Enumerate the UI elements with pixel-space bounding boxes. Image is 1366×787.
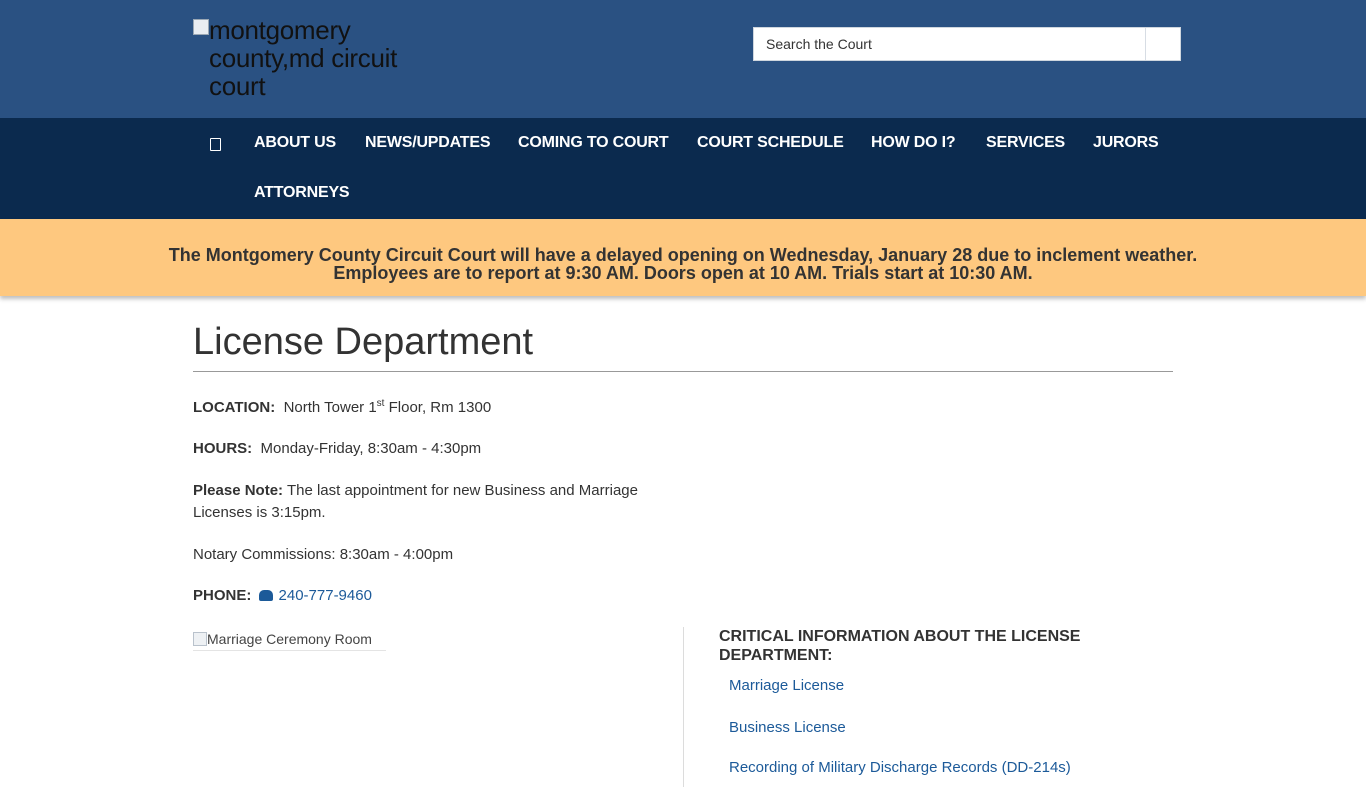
logo-alt-text: montgomery county,md circuit court xyxy=(209,15,398,101)
search-button[interactable] xyxy=(1145,28,1180,60)
page-title: License Department xyxy=(193,321,534,363)
title-divider xyxy=(193,371,1173,372)
military-discharge-records-link[interactable]: Recording of Military Discharge Records … xyxy=(729,758,1071,778)
nav-item-services[interactable]: SERVICES xyxy=(986,133,1065,153)
hours-info: HOURS: Monday-Friday, 8:30am - 4:30pm xyxy=(193,438,663,460)
alert-message-line-1: The Montgomery County Circuit Court will… xyxy=(168,245,1198,265)
phone-icon xyxy=(258,590,273,601)
alert-message-line-2: Employees are to report at 9:30 AM. Door… xyxy=(333,263,1033,283)
home-icon xyxy=(209,137,221,151)
nav-item-coming-to-court[interactable]: COMING TO COURT xyxy=(518,133,669,153)
image-alt-text: Marriage Ceremony Room xyxy=(207,630,372,647)
weather-alert-banner: The Montgomery County Circuit Court will… xyxy=(0,219,1366,296)
nav-item-attorneys[interactable]: ATTORNEYS xyxy=(254,183,350,203)
location-info: LOCATION: North Tower 1st Floor, Rm 1300 xyxy=(193,397,663,419)
nav-item-news-updates[interactable]: NEWS/UPDATES xyxy=(365,133,491,153)
marriage-license-link[interactable]: Marriage License xyxy=(729,676,844,696)
nav-item-how-do-i[interactable]: HOW DO I? xyxy=(871,133,956,153)
nav-item-about-us[interactable]: ABOUT US xyxy=(254,133,336,153)
phone-label: PHONE: xyxy=(193,587,252,604)
nav-item-court-schedule[interactable]: COURT SCHEDULE xyxy=(697,133,844,153)
hours-value: Monday-Friday, 8:30am - 4:30pm xyxy=(260,440,482,457)
search-input[interactable] xyxy=(754,28,1145,60)
hours-label: HOURS: xyxy=(193,440,253,457)
nav-item-jurors[interactable]: JURORS xyxy=(1093,133,1159,153)
broken-image-icon xyxy=(193,19,209,35)
appointment-note: Please Note: The last appointment for ne… xyxy=(193,480,663,524)
broken-image-icon xyxy=(193,631,207,646)
main-navigation: ABOUT US NEWS/UPDATES COMING TO COURT CO… xyxy=(0,118,1366,219)
site-logo[interactable]: montgomery county,md circuit court xyxy=(193,16,413,100)
site-header: montgomery county,md circuit court xyxy=(0,0,1366,118)
notary-hours: Notary Commissions: 8:30am - 4:00pm xyxy=(193,546,454,563)
business-license-link[interactable]: Business License xyxy=(729,718,846,738)
column-divider xyxy=(683,627,684,787)
location-value: North Tower 1st Floor, Rm 1300 xyxy=(283,399,492,417)
critical-info-heading: CRITICAL INFORMATION ABOUT THE LICENSE D… xyxy=(719,628,1081,664)
marriage-ceremony-room-image: Marriage Ceremony Room xyxy=(193,627,386,651)
nav-home-link[interactable] xyxy=(203,132,227,156)
search-form xyxy=(753,27,1181,61)
location-label: LOCATION: xyxy=(193,399,276,416)
location-value-text: North Tower 1 xyxy=(283,399,377,416)
location-value-rest: Floor, Rm 1300 xyxy=(384,399,492,416)
note-label: Please Note: xyxy=(193,482,284,499)
phone-link[interactable]: 240-777-9460 xyxy=(279,587,372,604)
phone-info: PHONE: 240-777-9460 xyxy=(193,585,663,607)
